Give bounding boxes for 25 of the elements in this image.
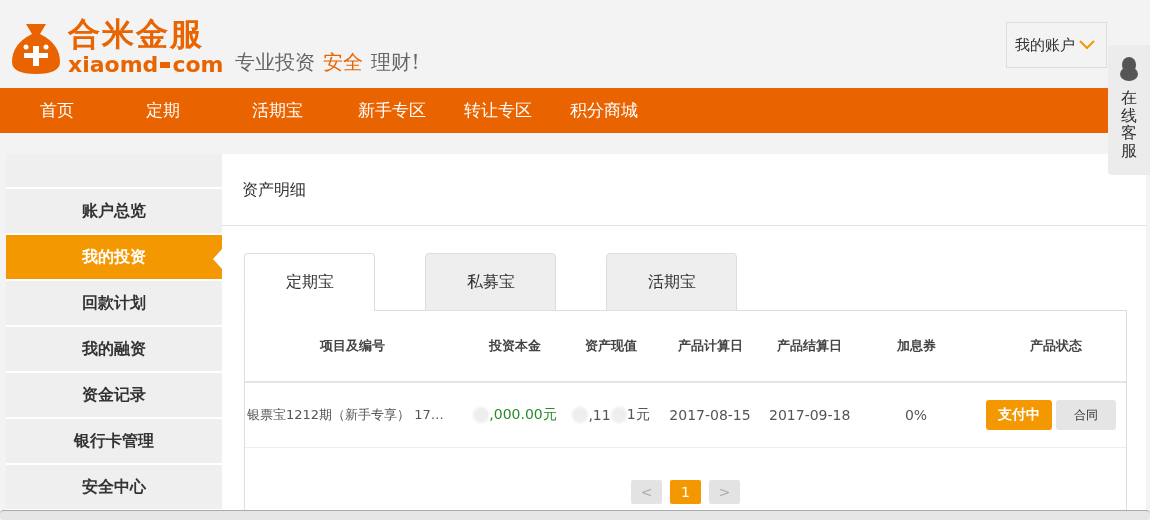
column-header: 资产现值 [584,337,638,355]
table-cell: 1元 [626,406,650,424]
account-button[interactable]: 我的账户 [1006,22,1107,68]
table-cell: 2017-09-18 [769,407,849,423]
column-header: 产品状态 [1028,337,1083,355]
table-cell: ,11 [588,407,611,423]
table-cell-text: 银票宝1212期（新手专享） 17… [246,406,444,424]
column-header: 产品计算日 [676,337,744,355]
column-header: 项目及编号 [318,337,386,355]
tab[interactable]: 私募宝 [425,253,556,311]
column-header: 加息券 [895,337,937,355]
tab[interactable]: 活期宝 [606,253,737,311]
column-header: 投资本金 [487,337,542,355]
logo-name: 合米金服 [68,16,205,52]
contract-button[interactable]: 合同 [1056,400,1116,430]
tab[interactable]: 定期宝 [244,253,375,311]
table-cell-text: 0% [903,407,929,423]
column-header: 产品结算日 [775,337,843,355]
table-cell: ,000.00元 [489,406,557,424]
slogan-text: 安全 [323,49,364,76]
logo-domain: xiaomd [68,52,159,78]
table-cell-text: 2017-08-15 [668,407,752,423]
logo-domain: com [172,52,224,78]
slogan-text: 专业投资 [235,49,316,76]
slogan-text: 理财! [371,49,420,76]
